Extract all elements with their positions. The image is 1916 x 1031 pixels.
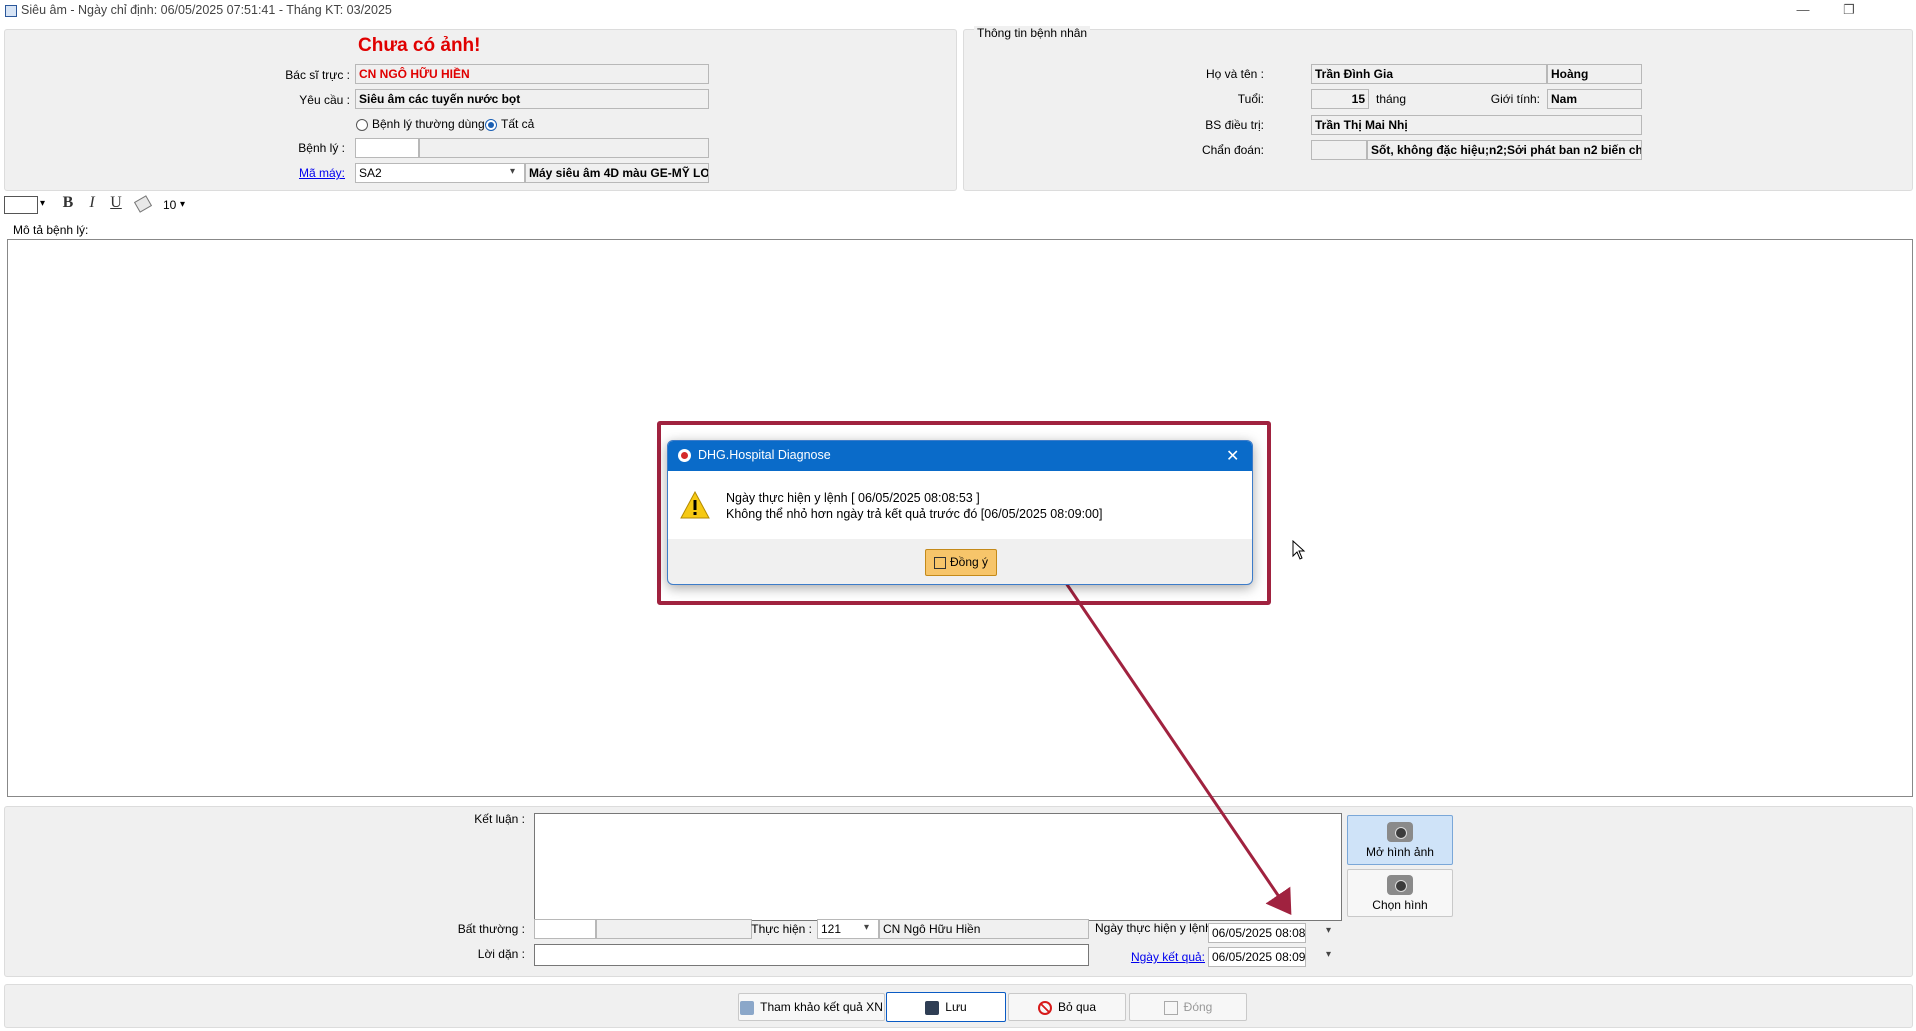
app-icon [5, 5, 17, 17]
camera-icon [1387, 822, 1413, 842]
floppy-disk-icon [925, 1000, 940, 1015]
machine-name-field: Máy siêu âm 4D màu GE-MỸ LO [525, 163, 709, 183]
abnormal-code-input[interactable] [534, 919, 596, 939]
save-label: Lưu [945, 1000, 967, 1014]
abnormal-name-field [596, 919, 752, 939]
maximize-button[interactable]: ❐ [1826, 0, 1872, 22]
window-title: Siêu âm - Ngày chỉ định: 06/05/2025 07:5… [21, 3, 392, 17]
warning-icon [680, 491, 710, 519]
minimize-button[interactable]: — [1780, 0, 1826, 22]
disease-label: Bệnh lý : [298, 141, 345, 155]
patient-name-field: Trần Đình Gia [1311, 64, 1547, 84]
cancel-icon [1037, 1000, 1052, 1015]
age-field: 15 [1311, 89, 1369, 109]
title-bar: Siêu âm - Ngày chỉ định: 06/05/2025 07:5… [0, 0, 1916, 24]
diagnosis-code-field [1311, 140, 1367, 160]
abnormal-label: Bất thường : [457, 922, 525, 936]
radio-common-label: Bệnh lý thường dùng [372, 117, 485, 131]
patient-group-title: Thông tin bệnh nhân [974, 26, 1091, 40]
performer-label: Thực hiện : [751, 922, 812, 936]
italic-button[interactable]: I [82, 194, 102, 212]
request-label: Yêu cầu : [299, 93, 350, 107]
radio-all-label: Tất cả [501, 117, 535, 131]
treating-doctor-label: BS điều trị: [1205, 118, 1264, 132]
dialog-message-line2: Không thể nhỏ hơn ngày trả kết quả trước… [726, 507, 1103, 521]
choose-image-button[interactable]: Chọn hình [1347, 869, 1453, 917]
age-label: Tuổi: [1237, 92, 1264, 106]
age-unit: tháng [1376, 92, 1407, 106]
color-picker[interactable] [4, 196, 38, 214]
ok-button[interactable]: Đồng ý [925, 549, 997, 576]
patient-info-panel: Thông tin bệnh nhân Họ và tên : Trần Đìn… [963, 26, 1913, 191]
advice-input[interactable] [534, 944, 1089, 966]
disease-name-field[interactable] [419, 138, 709, 158]
dialog-close-icon[interactable]: ✕ [1226, 446, 1239, 466]
app-logo-icon [678, 449, 691, 462]
close-button: Đóng [1129, 993, 1247, 1021]
gender-label: Giới tính: [1490, 92, 1540, 106]
performer-name-field: CN Ngô Hữu Hiền [879, 919, 1089, 939]
font-size-select[interactable]: 10 [163, 198, 176, 212]
radio-all[interactable] [485, 119, 497, 131]
exit-door-icon [1163, 1000, 1178, 1015]
error-dialog: DHG.Hospital Diagnose ✕ Ngày thực hiện y… [667, 440, 1253, 585]
doctor-label: Bác sĩ trực : [285, 68, 350, 82]
result-date-picker[interactable]: 06/05/2025 08:09:58 [1208, 947, 1306, 967]
color-dropdown-icon[interactable]: ▾ [40, 198, 45, 209]
description-label: Mô tả bệnh lý: [13, 223, 89, 237]
conclusion-label: Kết luận : [474, 812, 525, 826]
reference-results-label: Tham khảo kết quả XN [760, 1000, 883, 1014]
skip-button[interactable]: Bỏ qua [1008, 993, 1126, 1021]
save-button[interactable]: Lưu [886, 992, 1006, 1022]
bold-button[interactable]: B [58, 194, 78, 212]
dialog-message-line1: Ngày thực hiện y lệnh [ 06/05/2025 08:08… [726, 491, 980, 505]
patient-name-label: Họ và tên : [1205, 67, 1264, 81]
patient-name-field-2: Hoàng [1547, 64, 1642, 84]
disease-code-input[interactable] [355, 138, 419, 158]
result-date-link[interactable]: Ngày kết quả: [1095, 950, 1205, 964]
performer-chevron-icon[interactable]: ▾ [864, 922, 869, 933]
dialog-title-bar: DHG.Hospital Diagnose ✕ [668, 441, 1252, 471]
conclusion-input[interactable] [534, 813, 1342, 921]
radio-common-diseases[interactable] [356, 119, 368, 131]
reference-results-button[interactable]: Tham khảo kết quả XN [738, 993, 885, 1021]
machine-code-select[interactable]: SA2 [355, 163, 525, 183]
advice-label: Lời dặn : [477, 947, 525, 961]
doctor-field[interactable]: CN NGÔ HỮU HIỀN [355, 64, 709, 84]
open-image-button[interactable]: Mở hình ảnh [1347, 815, 1453, 865]
result-date-chevron-icon[interactable]: ▾ [1326, 949, 1331, 960]
order-date-picker[interactable]: 06/05/2025 08:08:53 [1208, 923, 1306, 943]
underline-button[interactable]: U [106, 194, 126, 212]
result-panel: Kết luận : Mở hình ảnh Chọn hình Bất thư… [4, 806, 1913, 977]
performer-code-select[interactable]: 121 [817, 919, 879, 939]
treating-doctor-field: Trần Thị Mai Nhị [1311, 115, 1642, 135]
machine-code-link[interactable]: Mã máy: [235, 166, 345, 180]
no-image-text: Chưa có ảnh! [358, 35, 481, 56]
gender-field: Nam [1547, 89, 1642, 109]
exam-info-panel: Chưa có ảnh! Bác sĩ trực : CN NGÔ HỮU HI… [4, 29, 957, 191]
camera-icon [1387, 875, 1413, 895]
order-date-label: Ngày thực hiện y lệnh: [1095, 921, 1216, 935]
diagnosis-label: Chẩn đoán: [1201, 143, 1264, 157]
diagnosis-field: Sốt, không đặc hiệu;n2;Sởi phát ban n2 b… [1367, 140, 1642, 160]
ok-label: Đồng ý [949, 555, 989, 569]
choose-image-label: Chọn hình [1372, 898, 1428, 912]
exit-door-icon [933, 556, 946, 569]
mouse-cursor-icon [1292, 540, 1306, 560]
action-bar: Tham khảo kết quả XN Lưu Bỏ qua Đóng [4, 984, 1913, 1028]
dialog-body: Ngày thực hiện y lệnh [ 06/05/2025 08:08… [668, 471, 1252, 539]
open-image-label: Mở hình ảnh [1366, 845, 1434, 859]
chevron-down-icon[interactable]: ▾ [510, 166, 515, 177]
close-label: Đóng [1183, 1000, 1213, 1014]
font-size-chevron-icon[interactable]: ▾ [180, 199, 185, 210]
order-date-chevron-icon[interactable]: ▾ [1326, 925, 1331, 936]
eraser-icon[interactable] [133, 195, 153, 213]
dialog-title: DHG.Hospital Diagnose [698, 448, 831, 462]
flask-icon [740, 1000, 755, 1015]
skip-label: Bỏ qua [1057, 1000, 1097, 1014]
request-field[interactable]: Siêu âm các tuyến nước bọt [355, 89, 709, 109]
